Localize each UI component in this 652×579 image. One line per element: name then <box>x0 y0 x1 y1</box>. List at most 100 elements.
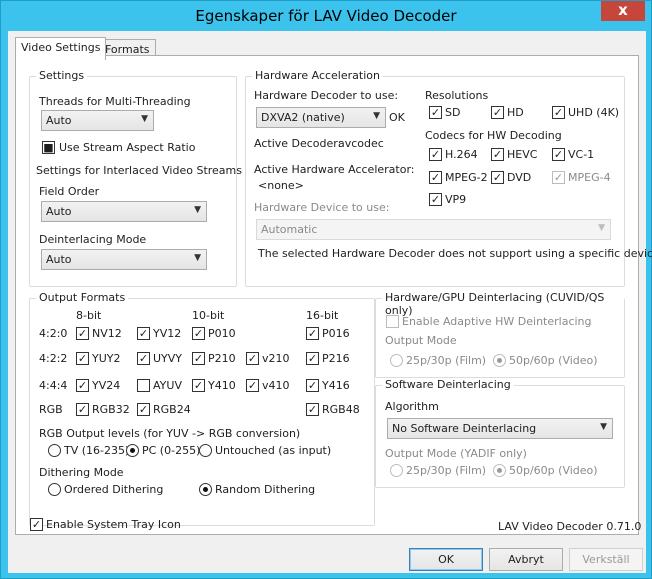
row-label-422: 4:2:2 <box>39 352 68 365</box>
version-label: LAV Video Decoder 0.71.0 <box>498 520 642 533</box>
checkbox-enable-hw-deint[interactable] <box>386 315 399 328</box>
format-p010-label: P010 <box>208 327 236 340</box>
checkbox-v210[interactable]: ✓ <box>246 352 259 365</box>
format-rgb24-label: RGB24 <box>153 403 191 416</box>
radio-sw-film[interactable] <box>390 464 403 477</box>
chevron-down-icon: ▼ <box>141 114 148 124</box>
radio-random-dithering[interactable] <box>199 483 212 496</box>
radio-tv-levels[interactable] <box>48 444 61 457</box>
col-header-8bit: 8-bit <box>76 309 102 322</box>
checkbox-rgb32[interactable]: ✓ <box>76 403 89 416</box>
checkbox-p010[interactable]: ✓ <box>192 327 205 340</box>
radio-ordered-dithering[interactable] <box>48 483 61 496</box>
enable-hw-deint-label: Enable Adaptive HW Deinterlacing <box>402 315 592 328</box>
checkbox-hevc[interactable]: ✓ <box>491 148 504 161</box>
hw-decoder-select[interactable]: DXVA2 (native) ▼ <box>256 107 386 128</box>
output-formats-title: Output Formats <box>36 291 129 304</box>
sw-deint-output-mode-label: Output Mode (YADIF only) <box>385 447 527 460</box>
algorithm-select[interactable]: No Software Deinterlacing ▼ <box>387 418 613 439</box>
checkbox-rgb48[interactable]: ✓ <box>306 403 319 416</box>
checkbox-mpeg2[interactable]: ✓ <box>429 171 442 184</box>
checkbox-vc1[interactable]: ✓ <box>552 148 565 161</box>
chevron-down-icon: ▼ <box>194 253 201 263</box>
hw-deint-title: Hardware/GPU Deinterlacing (CUVID/QS onl… <box>382 291 624 317</box>
radio-hw-film[interactable] <box>390 354 403 367</box>
sw-film-label: 25p/30p (Film) <box>406 464 487 477</box>
format-uyvy-label: UYVY <box>153 352 183 365</box>
ok-button[interactable]: OK <box>409 548 483 571</box>
codec-vp9-label: VP9 <box>445 193 467 206</box>
radio-untouched-levels[interactable] <box>199 444 212 457</box>
threads-select[interactable]: Auto ▼ <box>41 110 154 131</box>
checkbox-rgb24[interactable]: ✓ <box>137 403 150 416</box>
resolution-sd-label: SD <box>445 106 461 119</box>
rgb-levels-label: RGB Output levels (for YUV -> RGB conver… <box>39 427 301 440</box>
col-header-10bit: 10-bit <box>192 309 225 322</box>
window-title: Egenskaper för LAV Video Decoder <box>195 7 457 25</box>
radio-pc-levels[interactable] <box>126 444 139 457</box>
apply-button[interactable]: Verkställ <box>569 548 643 571</box>
output-formats-group: Output Formats 8-bit 10-bit 16-bit 4:2:0… <box>29 291 375 526</box>
cancel-button[interactable]: Avbryt <box>489 548 563 571</box>
checkbox-p216[interactable]: ✓ <box>306 352 319 365</box>
deinterlacing-mode-value: Auto <box>46 253 72 266</box>
checkbox-yv12[interactable]: ✓ <box>137 327 150 340</box>
chevron-down-icon: ▼ <box>194 205 201 215</box>
deinterlacing-mode-select[interactable]: Auto ▼ <box>41 249 207 270</box>
checkbox-v410[interactable]: ✓ <box>246 379 259 392</box>
format-v210-label: v210 <box>262 352 290 365</box>
checkbox-y410[interactable]: ✓ <box>192 379 205 392</box>
checkbox-yuy2[interactable]: ✓ <box>76 352 89 365</box>
codec-vc1-label: VC-1 <box>568 148 595 161</box>
hw-decoder-label: Hardware Decoder to use: <box>254 89 399 102</box>
checkbox-dvd[interactable]: ✓ <box>491 171 504 184</box>
hw-film-label: 25p/30p (Film) <box>406 354 487 367</box>
format-p210-label: P210 <box>208 352 236 365</box>
codec-mpeg2-label: MPEG-2 <box>445 171 488 184</box>
format-rgb48-label: RGB48 <box>322 403 360 416</box>
format-yv12-label: YV12 <box>153 327 182 340</box>
active-decoder-label: Active Decoder: <box>254 137 342 150</box>
tab-video-settings[interactable]: Video Settings <box>15 37 107 60</box>
checkbox-yv24[interactable]: ✓ <box>76 379 89 392</box>
system-tray-label: Enable System Tray Icon <box>46 518 181 531</box>
close-icon[interactable]: x <box>601 1 645 21</box>
codec-h264-label: H.264 <box>445 148 478 161</box>
checkbox-uhd[interactable]: ✓ <box>552 106 565 119</box>
checkbox-vp9[interactable]: ✓ <box>429 193 442 206</box>
checkbox-sd[interactable]: ✓ <box>429 106 442 119</box>
checkbox-h264[interactable]: ✓ <box>429 148 442 161</box>
col-header-16bit: 16-bit <box>306 309 339 322</box>
format-nv12-label: NV12 <box>92 327 122 340</box>
hw-deinterlacing-group: Hardware/GPU Deinterlacing (CUVID/QS onl… <box>375 291 625 378</box>
settings-group-title: Settings <box>36 69 88 82</box>
format-yuy2-label: YUY2 <box>92 352 121 365</box>
checkbox-ayuv[interactable] <box>137 379 150 392</box>
checkbox-y416[interactable]: ✓ <box>306 379 319 392</box>
radio-hw-video[interactable] <box>493 354 506 367</box>
stream-aspect-ratio-checkbox[interactable]: ■ <box>42 141 55 154</box>
algorithm-value: No Software Deinterlacing <box>392 422 537 435</box>
hw-device-select[interactable]: Automatic ▼ <box>256 219 611 240</box>
checkbox-mpeg4[interactable]: ✓ <box>552 171 565 184</box>
title-bar[interactable]: Egenskaper för LAV Video Decoder x <box>1 1 651 31</box>
random-dithering-label: Random Dithering <box>215 483 316 496</box>
checkbox-system-tray[interactable]: ✓ <box>30 518 43 531</box>
checkbox-uyvy[interactable]: ✓ <box>137 352 150 365</box>
field-order-value: Auto <box>46 205 72 218</box>
codec-hevc-label: HEVC <box>507 148 538 161</box>
sw-deinterlacing-group: Software Deinterlacing Algorithm No Soft… <box>375 378 625 488</box>
format-v410-label: v410 <box>262 379 290 392</box>
untouched-levels-label: Untouched (as input) <box>215 444 332 457</box>
codecs-label: Codecs for HW Decoding <box>425 129 562 142</box>
chevron-down-icon: ▼ <box>373 111 380 121</box>
checkbox-p210[interactable]: ✓ <box>192 352 205 365</box>
checkbox-nv12[interactable]: ✓ <box>76 327 89 340</box>
checkbox-p016[interactable]: ✓ <box>306 327 319 340</box>
checkbox-hd[interactable]: ✓ <box>491 106 504 119</box>
threads-label: Threads for Multi-Threading <box>39 95 191 108</box>
radio-sw-video[interactable] <box>493 464 506 477</box>
field-order-select[interactable]: Auto ▼ <box>41 201 207 222</box>
row-label-rgb: RGB <box>39 403 63 416</box>
chevron-down-icon: ▼ <box>598 223 605 233</box>
